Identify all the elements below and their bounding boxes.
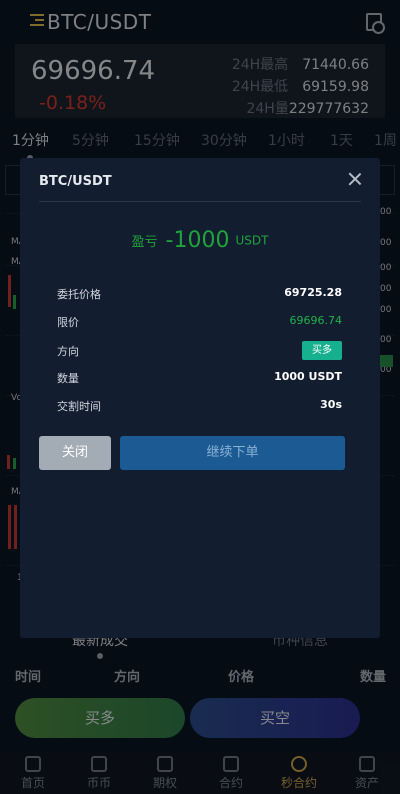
row-direction: 方向 买多	[57, 341, 342, 361]
row-value: 1000 USDT	[274, 370, 342, 383]
dialog-divider	[39, 201, 361, 202]
pnl-label: 盈亏	[131, 235, 158, 250]
pnl-value: -1000	[165, 228, 230, 253]
row-quantity: 数量 1000 USDT	[57, 368, 342, 388]
dialog-title: BTC/USDT	[39, 174, 112, 189]
row-value: 69725.28	[284, 286, 342, 299]
row-label: 委托价格	[57, 288, 101, 301]
continue-order-button[interactable]: 继续下单	[120, 436, 345, 470]
row-value: 69696.74	[289, 314, 343, 327]
pnl-unit: USDT	[235, 233, 269, 248]
direction-badge: 买多	[302, 341, 342, 360]
row-label: 数量	[57, 372, 79, 385]
row-label: 方向	[57, 345, 79, 358]
row-label: 交割时间	[57, 400, 101, 413]
pnl-display: 盈亏 -1000 USDT	[20, 228, 380, 253]
row-order-price: 委托价格 69725.28	[57, 284, 342, 304]
row-value: 30s	[320, 398, 342, 411]
order-result-dialog: BTC/USDT 盈亏 -1000 USDT 委托价格 69725.28 限价 69…	[20, 158, 380, 638]
close-icon[interactable]	[346, 170, 364, 188]
row-label: 限价	[57, 316, 79, 329]
close-button[interactable]: 关闭	[39, 436, 111, 470]
row-delivery-time: 交割时间 30s	[57, 396, 342, 416]
row-limit-price: 限价 69696.74	[57, 312, 342, 332]
